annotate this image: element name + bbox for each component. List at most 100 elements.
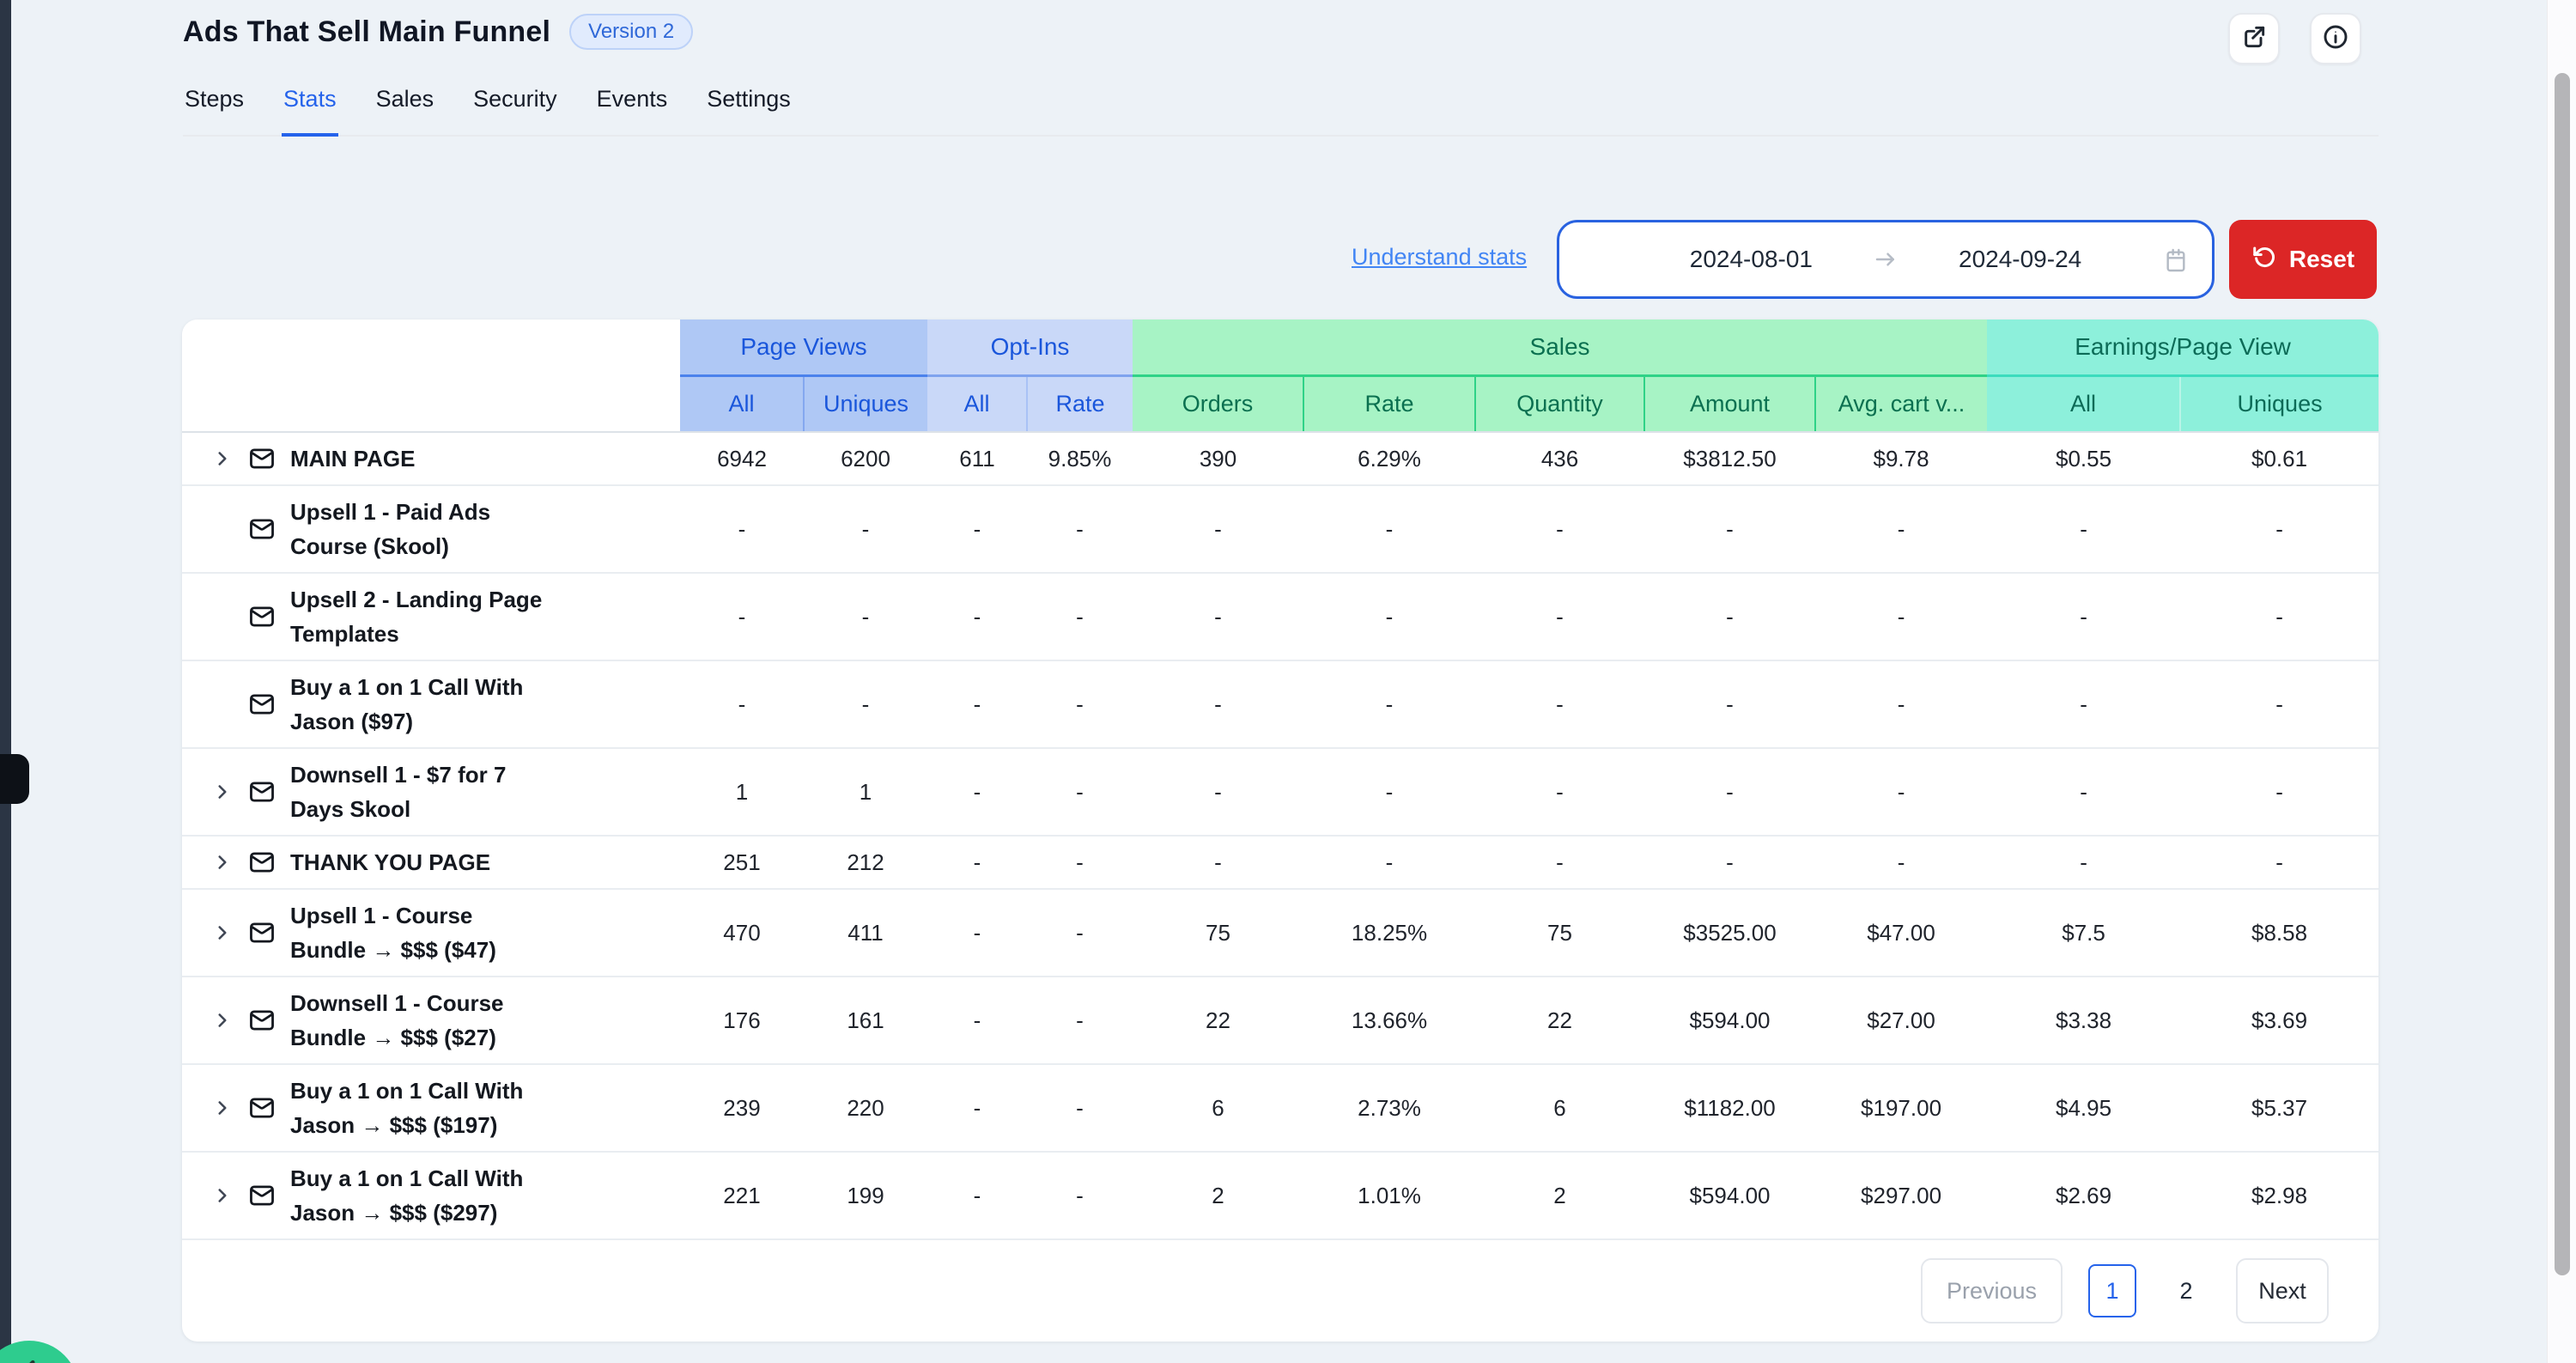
expand-chevron-icon[interactable] bbox=[211, 1184, 234, 1207]
stat-cell: 212 bbox=[804, 836, 927, 889]
stat-cell: 239 bbox=[680, 1064, 804, 1152]
funnel-step-cell: Upsell 1 - Paid Ads Course (Skool) bbox=[182, 485, 680, 573]
stat-cell: 75 bbox=[1475, 889, 1644, 977]
scrollbar[interactable] bbox=[2547, 0, 2576, 1363]
next-page-button[interactable]: Next bbox=[2236, 1258, 2329, 1323]
header-actions bbox=[2228, 13, 2361, 64]
stat-cell: - bbox=[1644, 748, 1815, 836]
table-row: MAIN PAGE694262006119.85%3906.29%436$381… bbox=[182, 432, 2379, 485]
col-opt-ins-all[interactable]: All bbox=[927, 375, 1027, 432]
tab-security[interactable]: Security bbox=[471, 79, 559, 137]
date-start-value[interactable]: 2024-08-01 bbox=[1690, 246, 1813, 273]
table-row: Buy a 1 on 1 Call With Jason ($97)------… bbox=[182, 660, 2379, 748]
funnel-step-cell: Buy a 1 on 1 Call With Jason ($97) bbox=[182, 660, 680, 748]
col-sales-rate[interactable]: Rate bbox=[1303, 375, 1475, 432]
info-button[interactable] bbox=[2310, 13, 2361, 64]
stat-cell: $7.5 bbox=[1987, 889, 2180, 977]
stat-cell: 18.25% bbox=[1303, 889, 1475, 977]
stat-cell: - bbox=[927, 485, 1027, 573]
tab-stats[interactable]: Stats bbox=[282, 79, 338, 137]
funnel-step-cell: Buy a 1 on 1 Call With Jason → $$$ ($297… bbox=[182, 1152, 680, 1239]
stat-cell: 390 bbox=[1133, 432, 1303, 485]
date-end-value[interactable]: 2024-09-24 bbox=[1959, 246, 2081, 273]
stat-cell: 411 bbox=[804, 889, 927, 977]
stat-cell: - bbox=[1027, 748, 1133, 836]
funnel-step-label: Buy a 1 on 1 Call With Jason ($97) bbox=[290, 670, 523, 739]
mail-icon bbox=[248, 1182, 276, 1209]
col-earnings-uniques[interactable]: Uniques bbox=[2180, 375, 2379, 432]
stat-cell: - bbox=[2180, 748, 2379, 836]
table-row: Upsell 1 - Course Bundle → $$$ ($47)4704… bbox=[182, 889, 2379, 977]
tab-bar: Steps Stats Sales Security Events Settin… bbox=[183, 79, 2379, 137]
col-sales-orders[interactable]: Orders bbox=[1133, 375, 1303, 432]
stat-cell: $594.00 bbox=[1644, 1152, 1815, 1239]
stat-cell: - bbox=[1987, 660, 2180, 748]
tab-settings[interactable]: Settings bbox=[705, 79, 793, 137]
col-sales-avg-cart[interactable]: Avg. cart v... bbox=[1815, 375, 1987, 432]
stat-cell: - bbox=[927, 1064, 1027, 1152]
mail-icon bbox=[248, 603, 276, 630]
page-number-2[interactable]: 2 bbox=[2162, 1264, 2210, 1317]
stat-cell: - bbox=[927, 1152, 1027, 1239]
open-external-button[interactable] bbox=[2228, 13, 2280, 64]
previous-page-button[interactable]: Previous bbox=[1921, 1258, 2063, 1323]
external-link-icon bbox=[2240, 23, 2268, 55]
stat-cell: - bbox=[927, 836, 1027, 889]
header-group-row: Page Views Opt-Ins Sales Earnings/Page V… bbox=[182, 319, 2379, 375]
stat-cell: - bbox=[1133, 836, 1303, 889]
mail-icon bbox=[248, 445, 276, 472]
tab-sales[interactable]: Sales bbox=[374, 79, 436, 137]
table-row: Upsell 2 - Landing Page Templates-------… bbox=[182, 573, 2379, 660]
table-row: Buy a 1 on 1 Call With Jason → $$$ ($197… bbox=[182, 1064, 2379, 1152]
group-page-views: Page Views bbox=[680, 319, 927, 375]
stat-cell: - bbox=[1475, 748, 1644, 836]
stat-cell: - bbox=[1133, 573, 1303, 660]
stat-cell: - bbox=[804, 485, 927, 573]
expand-chevron-placeholder bbox=[211, 605, 234, 628]
stat-cell: 1 bbox=[804, 748, 927, 836]
tab-events[interactable]: Events bbox=[595, 79, 670, 137]
reset-button[interactable]: Reset bbox=[2229, 220, 2377, 299]
stat-cell: - bbox=[1644, 660, 1815, 748]
date-range-picker[interactable]: 2024-08-01 2024-09-24 bbox=[1557, 220, 2215, 299]
stat-cell: $27.00 bbox=[1815, 977, 1987, 1064]
scrollbar-thumb[interactable] bbox=[2555, 73, 2570, 1275]
stat-cell: - bbox=[1644, 485, 1815, 573]
stat-cell: $1182.00 bbox=[1644, 1064, 1815, 1152]
col-page-views-uniques[interactable]: Uniques bbox=[804, 375, 927, 432]
col-page-views-all[interactable]: All bbox=[680, 375, 804, 432]
stat-cell: 251 bbox=[680, 836, 804, 889]
page-number-1[interactable]: 1 bbox=[2088, 1264, 2136, 1317]
stat-cell: - bbox=[680, 573, 804, 660]
mail-icon bbox=[248, 849, 276, 876]
expand-chevron-icon[interactable] bbox=[211, 781, 234, 803]
tab-steps[interactable]: Steps bbox=[183, 79, 246, 137]
sidebar-handle[interactable] bbox=[0, 754, 29, 804]
stat-cell: - bbox=[2180, 660, 2379, 748]
stat-cell: - bbox=[1475, 485, 1644, 573]
expand-chevron-icon[interactable] bbox=[211, 851, 234, 873]
stat-cell: $4.95 bbox=[1987, 1064, 2180, 1152]
stat-cell: $3.38 bbox=[1987, 977, 2180, 1064]
col-opt-ins-rate[interactable]: Rate bbox=[1027, 375, 1133, 432]
chat-widget-button[interactable] bbox=[0, 1341, 79, 1363]
stat-cell: $594.00 bbox=[1644, 977, 1815, 1064]
mail-icon bbox=[248, 691, 276, 718]
expand-chevron-icon[interactable] bbox=[211, 1009, 234, 1031]
stat-cell: $297.00 bbox=[1815, 1152, 1987, 1239]
page-header: Ads That Sell Main Funnel Version 2 bbox=[183, 14, 693, 50]
stat-cell: $0.55 bbox=[1987, 432, 2180, 485]
col-sales-quantity[interactable]: Quantity bbox=[1475, 375, 1644, 432]
stat-cell: - bbox=[1133, 660, 1303, 748]
col-sales-amount[interactable]: Amount bbox=[1644, 375, 1815, 432]
funnel-step-cell: THANK YOU PAGE bbox=[182, 836, 680, 889]
expand-chevron-icon[interactable] bbox=[211, 1097, 234, 1119]
understand-stats-link[interactable]: Understand stats bbox=[1352, 244, 1527, 271]
col-earnings-all[interactable]: All bbox=[1987, 375, 2180, 432]
expand-chevron-icon[interactable] bbox=[211, 922, 234, 944]
funnel-step-cell: MAIN PAGE bbox=[182, 432, 680, 485]
stat-cell: 6 bbox=[1475, 1064, 1644, 1152]
expand-chevron-icon[interactable] bbox=[211, 447, 234, 470]
funnel-step-label: THANK YOU PAGE bbox=[290, 845, 490, 879]
funnel-step-cell: Buy a 1 on 1 Call With Jason → $$$ ($197… bbox=[182, 1064, 680, 1152]
